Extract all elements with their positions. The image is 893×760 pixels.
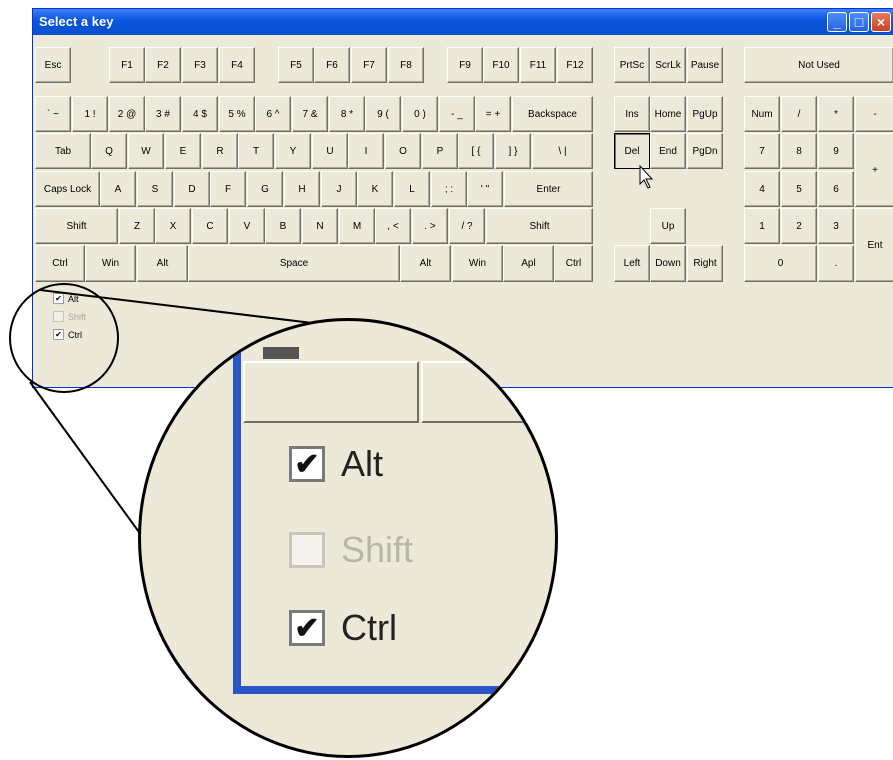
- check-icon: ✔: [289, 610, 325, 646]
- zoom-ctrl-label: Ctrl: [341, 607, 397, 648]
- zoom-key-fragment: [243, 347, 419, 423]
- check-icon: ✔: [289, 446, 325, 482]
- zoom-alt-label: Alt: [341, 443, 384, 484]
- zoom-source-circle: [9, 283, 119, 393]
- mouse-cursor-icon: [639, 164, 654, 189]
- zoom-shift-checkbox: Shift: [289, 529, 413, 571]
- unchecked-box: [289, 532, 325, 568]
- zoom-alt-checkbox: ✔ Alt: [289, 443, 383, 485]
- zoom-shift-label: Shift: [341, 529, 414, 570]
- zoom-key-fragment: [421, 361, 555, 423]
- zoom-window-bottom-border: [233, 686, 555, 694]
- zoom-window-border: [233, 321, 241, 691]
- magnified-checkbox-panel: ✔ Alt Shift ✔ Ctrl: [138, 318, 558, 758]
- zoom-ctrl-checkbox: ✔ Ctrl: [289, 607, 397, 649]
